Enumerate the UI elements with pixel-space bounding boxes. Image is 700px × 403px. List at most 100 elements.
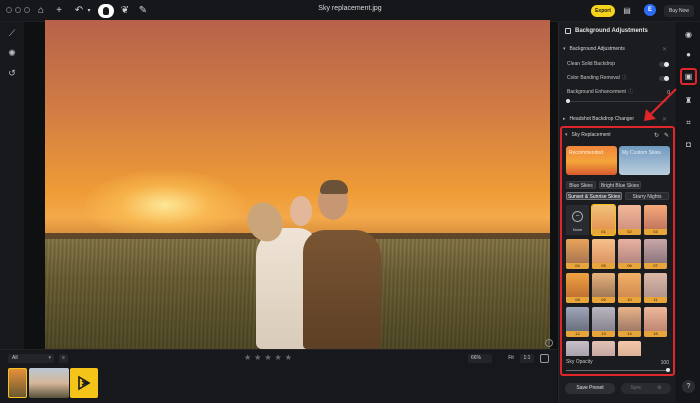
star-rating[interactable]: ★ ★ ★ ★ ★ bbox=[244, 353, 304, 363]
tile-badge: 07 bbox=[644, 263, 667, 269]
sky-preset-tile[interactable]: 01 bbox=[591, 204, 616, 236]
star-icon[interactable]: ★ bbox=[275, 353, 282, 363]
tile-badge: 15 bbox=[644, 331, 667, 337]
clean-solid-backdrop-toggle[interactable] bbox=[659, 62, 669, 67]
chevron-down-icon: ▾ bbox=[48, 355, 51, 361]
photo-preview[interactable] bbox=[45, 20, 550, 349]
man-hair bbox=[320, 180, 348, 194]
chevron-down-icon: ▾ bbox=[563, 46, 566, 52]
folder-icon[interactable]: ▤ bbox=[620, 4, 634, 18]
sky-preset-tile[interactable]: 06 bbox=[618, 239, 641, 269]
sun-adjust-icon[interactable]: ✺ bbox=[5, 46, 19, 60]
star-icon[interactable]: ★ bbox=[254, 353, 261, 363]
sun-glow bbox=[85, 170, 245, 240]
filmstrip-thumbnail[interactable] bbox=[70, 368, 98, 398]
shirt-icon[interactable]: ♜ bbox=[682, 94, 695, 107]
zoom-select[interactable]: 66% bbox=[468, 354, 492, 363]
sky-preset-tile[interactable]: 08 bbox=[566, 273, 589, 303]
section-title: Headshot Backdrop Changer bbox=[569, 116, 635, 122]
background-tool-icon[interactable]: ▣ bbox=[682, 70, 695, 83]
sky-opacity-row: Sky Opacity bbox=[566, 358, 666, 367]
filmstrip-thumbnail[interactable] bbox=[8, 368, 27, 398]
export-button[interactable]: Export bbox=[591, 5, 615, 17]
face-icon[interactable]: ● bbox=[682, 48, 695, 61]
sky-opacity-slider[interactable] bbox=[566, 370, 670, 371]
row-label: Background Enhancement bbox=[567, 89, 626, 95]
sky-preset-grid: 010203 04050607 08091011 12131415 161718 bbox=[562, 128, 673, 356]
top-bar: ⌂ + ↶ ▾ ❦ ✎ Sky replacement.jpg Export ▤… bbox=[0, 0, 700, 22]
sky-preset-tile[interactable]: 14 bbox=[618, 307, 641, 337]
filter-select[interactable]: All ▾ bbox=[8, 354, 54, 363]
filter-value: All bbox=[12, 355, 18, 361]
color-banding-removal-row: Color Banding Removal ⓘ bbox=[567, 74, 673, 83]
man-figure bbox=[303, 230, 381, 349]
tile-badge: 04 bbox=[566, 263, 589, 269]
woman-head bbox=[290, 196, 312, 226]
panel-title: Background Adjustments bbox=[575, 28, 648, 34]
edit-magic-icon[interactable]: ⟋ bbox=[5, 26, 19, 40]
star-icon[interactable]: ★ bbox=[244, 353, 251, 363]
chevron-right-icon: ▸ bbox=[563, 116, 566, 122]
eye-icon[interactable]: ◉ bbox=[682, 28, 695, 41]
couple-subject bbox=[241, 180, 388, 349]
tile-badge: 13 bbox=[592, 331, 615, 337]
sync-button[interactable]: Sync ⚙ bbox=[621, 383, 671, 394]
reset-section-icon[interactable]: ✕ bbox=[662, 45, 667, 55]
sky-preset-tile[interactable]: 03 bbox=[644, 205, 667, 235]
annotation-arrow bbox=[644, 88, 677, 121]
left-toolbar: ⟋ ✺ ↺ bbox=[0, 22, 24, 349]
color-banding-removal-toggle[interactable] bbox=[659, 76, 669, 81]
actual-size-button[interactable]: 1:1 bbox=[520, 354, 534, 363]
row-label: Sky Opacity bbox=[566, 359, 593, 365]
sky-preset-tile[interactable]: 10 bbox=[618, 273, 641, 303]
sky-preset-tile[interactable]: 17 bbox=[592, 341, 615, 356]
help-icon[interactable]: ⓘ bbox=[628, 89, 633, 95]
tile-badge: 05 bbox=[592, 263, 615, 269]
sky-preset-tile[interactable]: 16 bbox=[566, 341, 589, 356]
adjustments-panel: Background Adjustments ▾ Background Adjus… bbox=[558, 22, 676, 403]
sky-preset-tile[interactable]: 11 bbox=[644, 273, 667, 303]
sky-preset-tile[interactable]: 13 bbox=[592, 307, 615, 337]
info-icon[interactable]: i bbox=[545, 339, 553, 347]
tile-badge: 10 bbox=[618, 297, 641, 303]
toggle-panel-icon[interactable] bbox=[540, 354, 549, 363]
bg-adjustments-section-header[interactable]: ▾ Background Adjustments ✕ bbox=[563, 44, 673, 54]
tile-badge: 12 bbox=[566, 331, 589, 337]
help-button[interactable]: ? bbox=[682, 380, 695, 393]
sky-preset-tile[interactable]: 18 bbox=[618, 341, 641, 356]
tile-badge: 08 bbox=[566, 297, 589, 303]
help-icon[interactable]: ⓘ bbox=[622, 75, 627, 81]
slider-knob[interactable] bbox=[566, 99, 570, 103]
tile-badge: 11 bbox=[644, 297, 667, 303]
tile-badge: 06 bbox=[618, 263, 641, 269]
sky-replacement-section: ▾ Sky Replacement ↻ ✎ Recommended My Cust… bbox=[560, 126, 675, 376]
bottom-bar: All ▾ ≡ ★ ★ ★ ★ ★ 66% Fit 1:1 bbox=[0, 349, 557, 403]
row-label: Color Banding Removal bbox=[567, 75, 620, 81]
filmstrip-thumbnail[interactable] bbox=[29, 368, 69, 398]
camera-icon[interactable]: ◘ bbox=[682, 138, 695, 151]
crop-icon[interactable]: ⌗ bbox=[682, 116, 695, 129]
slider-knob[interactable] bbox=[666, 368, 670, 372]
right-tool-rail: ◉ ● ▣ ♜ ⌗ ◘ ? bbox=[677, 22, 700, 403]
star-icon[interactable]: ★ bbox=[264, 353, 271, 363]
filter-options-button[interactable]: ≡ bbox=[59, 354, 68, 363]
logo-icon bbox=[78, 375, 91, 391]
save-preset-button[interactable]: Save Preset bbox=[565, 383, 615, 394]
sky-preset-tile[interactable]: 07 bbox=[644, 239, 667, 269]
account-avatar[interactable]: E bbox=[644, 4, 656, 16]
clean-solid-backdrop-row: Clean Solid Backdrop bbox=[567, 60, 673, 69]
sky-preset-tile[interactable]: 05 bbox=[592, 239, 615, 269]
sky-preset-tile[interactable]: 15 bbox=[644, 307, 667, 337]
star-icon[interactable]: ★ bbox=[285, 353, 292, 363]
gear-icon: ⚙ bbox=[657, 385, 662, 391]
buy-now-button[interactable]: Buy Now bbox=[664, 5, 694, 17]
tile-badge: 09 bbox=[592, 297, 615, 303]
tile-badge: 14 bbox=[618, 331, 641, 337]
history-icon[interactable]: ↺ bbox=[5, 66, 19, 80]
sky-preset-tile[interactable]: 12 bbox=[566, 307, 589, 337]
sky-preset-tile[interactable]: 09 bbox=[592, 273, 615, 303]
fit-button[interactable]: Fit bbox=[505, 354, 517, 363]
sky-preset-tile[interactable]: 04 bbox=[566, 239, 589, 269]
sync-label: Sync bbox=[630, 385, 642, 391]
sky-preset-tile[interactable]: 02 bbox=[618, 205, 641, 235]
